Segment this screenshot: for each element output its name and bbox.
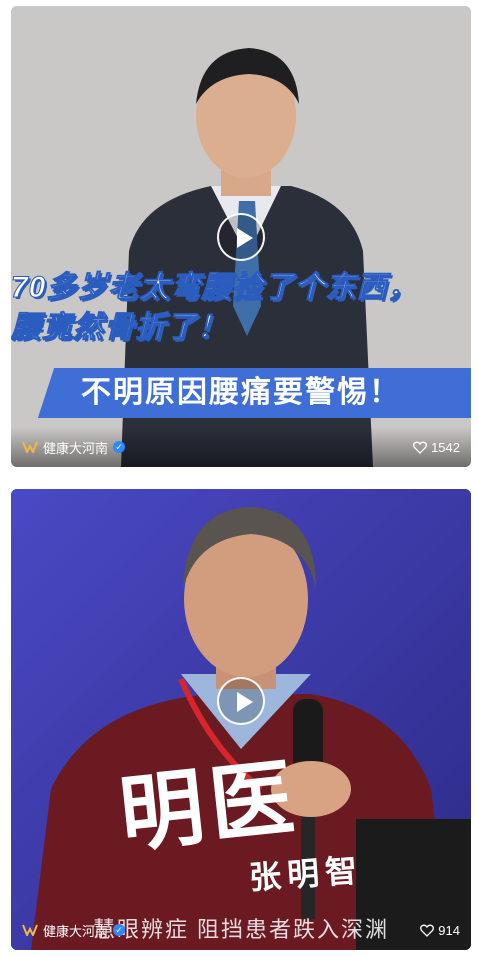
- author-name: 健康大河南: [43, 440, 109, 456]
- author-logo-icon: [22, 924, 38, 936]
- calligraphy-title: 明医: [114, 746, 305, 865]
- like-count: 1542: [431, 439, 460, 455]
- like-count: 914: [438, 922, 460, 938]
- author-name: 健康大河南: [43, 923, 109, 939]
- play-icon[interactable]: [217, 212, 265, 261]
- calligraphy-name: 张明智: [247, 851, 365, 897]
- play-icon[interactable]: [217, 677, 265, 726]
- like-button[interactable]: 1542: [413, 440, 460, 455]
- like-button[interactable]: 914: [420, 923, 460, 938]
- video-card-1[interactable]: 70多岁老太弯腰捡了个东西， 腰竟然骨折了！ 不明原因腰痛要警惕！ 健康大河南 …: [11, 6, 471, 467]
- verified-icon: ✓: [113, 441, 126, 453]
- overlay-caption-line-2: 腰竟然骨折了！: [11, 311, 228, 345]
- video-card-2[interactable]: 明医 张明智 慧眼辨症 阻挡患者跌入深渊 健康大河南 ✓ 914: [11, 489, 471, 950]
- card-footer: 健康大河南 ✓ 914: [11, 910, 471, 950]
- author-link[interactable]: 健康大河南 ✓: [22, 438, 126, 457]
- heart-icon: [420, 924, 435, 937]
- heart-icon: [413, 441, 428, 454]
- author-logo-icon: [22, 441, 38, 453]
- overlay-caption: 70多岁老太弯腰捡了个东西， 腰竟然骨折了！: [11, 268, 471, 348]
- author-link[interactable]: 健康大河南 ✓: [22, 921, 126, 940]
- card-footer: 健康大河南 ✓ 1542: [11, 427, 471, 467]
- overlay-caption-line-1: 70多岁老太弯腰捡了个东西，: [11, 271, 419, 305]
- caption-banner-text: 不明原因腰痛要警惕！: [81, 376, 401, 409]
- verified-icon: ✓: [113, 924, 126, 936]
